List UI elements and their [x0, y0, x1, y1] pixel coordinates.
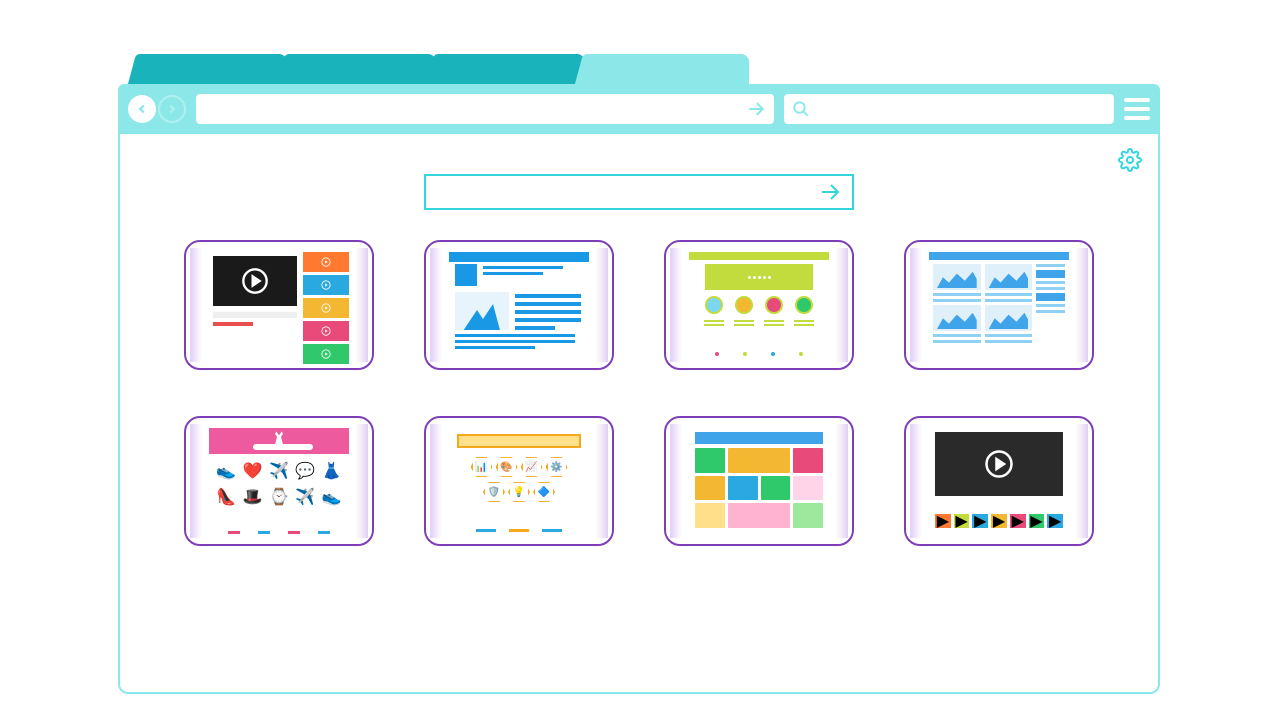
- gear-icon: [1118, 148, 1142, 172]
- tab-2[interactable]: [291, 54, 436, 84]
- hamburger-line-icon: [1124, 98, 1150, 102]
- play-icon: [321, 326, 331, 336]
- hamburger-line-icon: [1124, 116, 1150, 120]
- masonry-gallery-thumbnail: [689, 428, 829, 534]
- blog-article-thumbnail: [449, 252, 589, 358]
- tab-1[interactable]: [142, 54, 287, 84]
- play-circle-icon: [241, 267, 269, 295]
- speed-dial-tile-6[interactable]: 📊🎨📈 ⚙️🛡️💡🔷: [424, 416, 614, 546]
- search-icon: [792, 100, 810, 118]
- speed-dial-tile-4[interactable]: [904, 240, 1094, 370]
- video-player-thumbnail: ▶ ▶ ▶ ▶ ▶ ▶ ▶: [929, 428, 1069, 534]
- settings-button[interactable]: [1118, 148, 1142, 172]
- badges-portal-thumbnail: [689, 252, 829, 358]
- chevron-right-icon: [165, 102, 179, 116]
- page-search-input[interactable]: [424, 174, 854, 210]
- forward-button[interactable]: [158, 95, 186, 123]
- hamburger-line-icon: [1124, 107, 1150, 111]
- play-icon: [321, 280, 331, 290]
- nav-buttons: [128, 95, 186, 123]
- chevron-left-icon: [135, 102, 149, 116]
- toolbar-search[interactable]: [784, 94, 1114, 124]
- tab-4-active[interactable]: [589, 54, 749, 84]
- speed-dial-tile-2[interactable]: [424, 240, 614, 370]
- browser-window: 👟❤️✈️💬👗 👠🎩⌚✈️👟 📊🎨📈 ⚙️🛡️💡🔷: [118, 54, 1160, 694]
- tab-strip: [118, 54, 1160, 84]
- speed-dial-grid: 👟❤️✈️💬👗 👠🎩⌚✈️👟 📊🎨📈 ⚙️🛡️💡🔷: [120, 240, 1158, 546]
- tab-3[interactable]: [440, 54, 585, 84]
- arrow-right-icon: [746, 99, 766, 119]
- play-circle-icon: [984, 449, 1014, 479]
- menu-button[interactable]: [1124, 98, 1150, 120]
- play-icon: [321, 349, 331, 359]
- speed-dial-tile-3[interactable]: [664, 240, 854, 370]
- hex-icons-thumbnail: 📊🎨📈 ⚙️🛡️💡🔷: [449, 428, 589, 534]
- arrow-right-icon: [818, 180, 842, 204]
- browser-toolbar: [118, 84, 1160, 134]
- speed-dial-tile-1[interactable]: [184, 240, 374, 370]
- page-content: 👟❤️✈️💬👗 👠🎩⌚✈️👟 📊🎨📈 ⚙️🛡️💡🔷: [118, 134, 1160, 694]
- speed-dial-tile-7[interactable]: [664, 416, 854, 546]
- speed-dial-tile-5[interactable]: 👟❤️✈️💬👗 👠🎩⌚✈️👟: [184, 416, 374, 546]
- address-bar[interactable]: [196, 94, 774, 124]
- ecommerce-shop-thumbnail: 👟❤️✈️💬👗 👠🎩⌚✈️👟: [209, 428, 349, 534]
- play-icon: [321, 303, 331, 313]
- play-icon: [321, 257, 331, 267]
- speed-dial-tile-8[interactable]: ▶ ▶ ▶ ▶ ▶ ▶ ▶: [904, 416, 1094, 546]
- video-portal-thumbnail: [209, 252, 349, 358]
- analytics-dashboard-thumbnail: [929, 252, 1069, 358]
- back-button[interactable]: [128, 95, 156, 123]
